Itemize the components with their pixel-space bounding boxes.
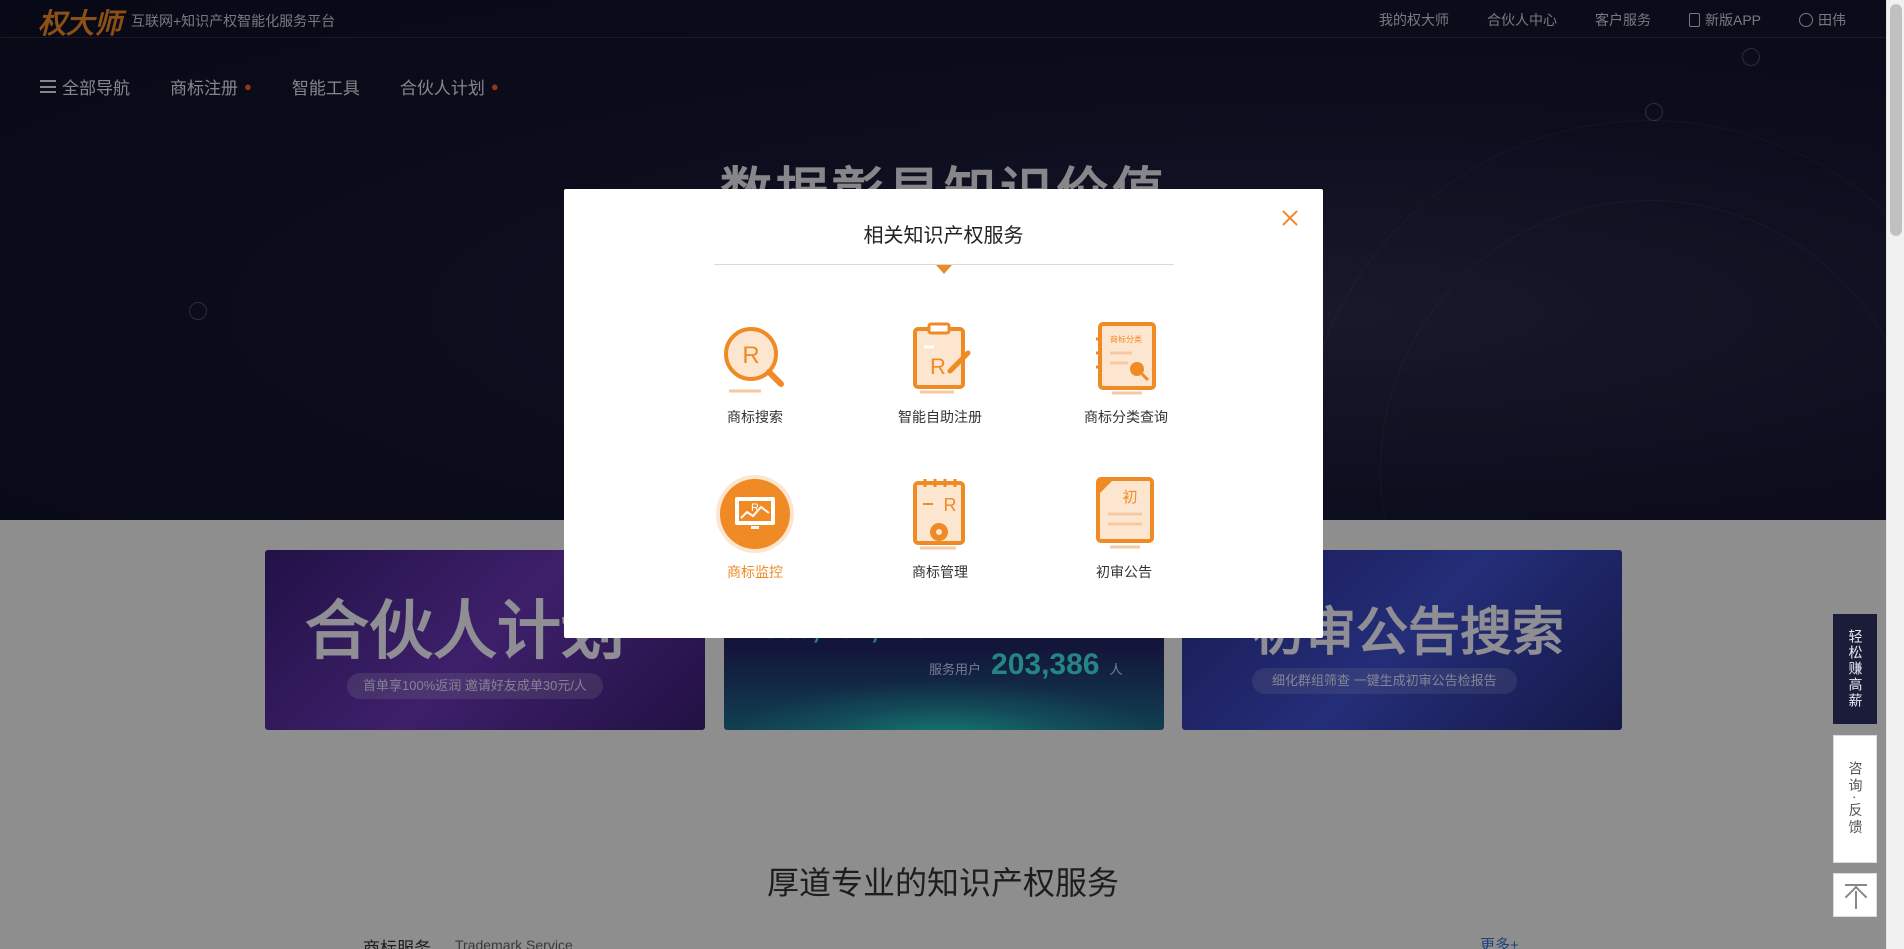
service-trademark-monitor[interactable]: R 商标监控 [695,474,815,582]
bookmark-doc-icon: 初 [1084,474,1164,554]
icon-text-r: R [742,342,759,369]
service-name: 商标监控 [727,564,783,580]
caret-down-icon [936,265,952,274]
notebook-search-icon: 商标分类 [1086,319,1166,399]
service-preliminary-announcement[interactable]: 初 初审公告 [1064,474,1184,582]
service-name: 商标管理 [912,564,968,580]
service-trademark-search[interactable]: R 商标搜索 [695,319,815,427]
icon-text-r: R [751,502,759,514]
service-trademark-manage[interactable]: R 商标管理 [880,474,1000,582]
consult-widget[interactable]: 咨询·反馈 [1833,735,1877,863]
scrollbar-thumb[interactable] [1890,4,1902,236]
arrow-up-icon [1855,891,1857,909]
service-name: 商标搜索 [727,409,783,425]
monitor-r-icon: R [715,474,795,554]
icon-text-class: 商标分类 [1110,334,1142,344]
back-to-top-button[interactable] [1833,873,1877,917]
icon-text-r: R [944,495,957,515]
service-name: 商标分类查询 [1084,409,1168,425]
magnifier-r-icon: R [715,319,795,399]
consult-label: 咨询·反馈 [1847,761,1864,837]
service-class-query[interactable]: 商标分类 商标分类查询 [1066,319,1186,427]
service-name: 智能自助注册 [898,409,982,425]
earn-label: 轻松赚高薪 [1847,629,1864,709]
earn-widget[interactable]: 轻松赚高薪 [1833,614,1877,724]
related-services-modal: 相关知识产权服务 R 商标搜索 R 智能自助注册 商标分类 商标分类查询 R 商… [564,189,1323,638]
clipboard-r-pen-icon: R [900,319,980,399]
modal-title: 相关知识产权服务 [863,225,1024,247]
service-smart-self-register[interactable]: R 智能自助注册 [880,319,1000,427]
service-name: 初审公告 [1096,564,1152,580]
page-scrollbar[interactable] [1886,0,1904,949]
notepad-gear-icon: R [900,474,980,554]
icon-text-chu: 初 [1122,488,1137,506]
icon-text-r: R [930,354,946,379]
